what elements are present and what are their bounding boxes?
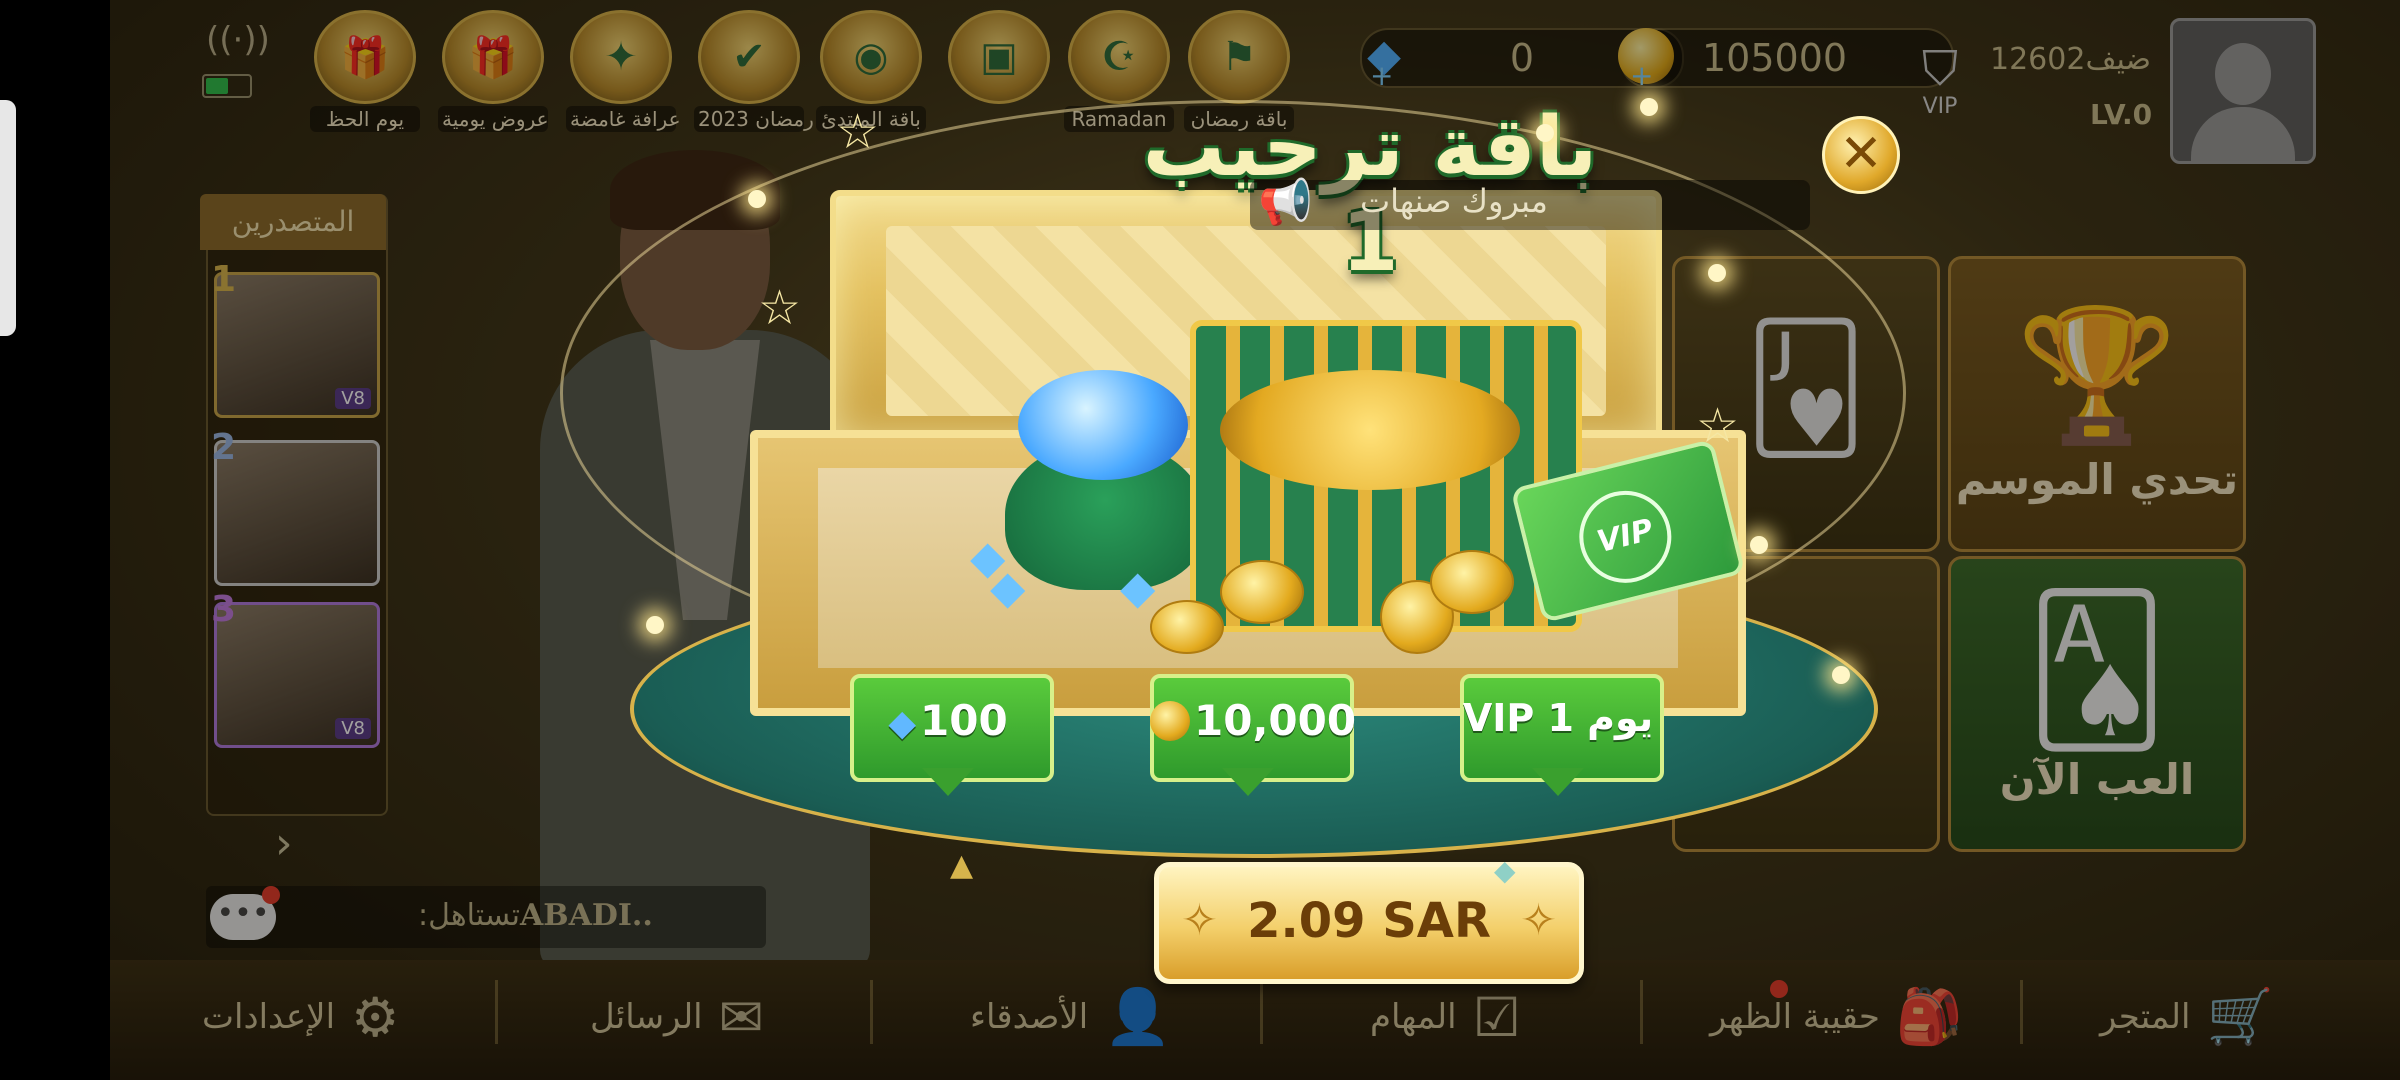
star-icon: ☆ bbox=[836, 104, 880, 160]
sparkle bbox=[646, 616, 664, 634]
welcome-pack-modal: ◆ ◆ ◆ VIP باقة ترحيب 1 📢 مبروك صنهات ✕ ◆… bbox=[110, 0, 2400, 1080]
coin-icon bbox=[1430, 550, 1514, 614]
broadcast-text: مبروك صنهات bbox=[1360, 182, 1548, 220]
reward-coins: 10,000 bbox=[1150, 674, 1356, 796]
diamond-shape-icon: ◆ bbox=[1494, 854, 1516, 887]
reward-diamonds: ◆100 bbox=[850, 674, 1054, 796]
game-lobby: ((·)) 🎁 يوم الحظ 🎁 عروض يومية ✦ عرافة غا… bbox=[110, 0, 2400, 1080]
sparkle bbox=[1640, 98, 1658, 116]
diamond-icon: ◆ bbox=[970, 530, 1006, 584]
close-icon: ✕ bbox=[1839, 124, 1883, 184]
sparkle bbox=[1832, 666, 1850, 684]
diamonds-pile-icon bbox=[1018, 370, 1188, 480]
sparkle bbox=[748, 190, 766, 208]
system-edge-tab[interactable] bbox=[0, 100, 16, 336]
close-button[interactable]: ✕ bbox=[1822, 116, 1900, 194]
sparkle bbox=[1750, 536, 1768, 554]
diamond-icon: ◆ bbox=[888, 703, 916, 744]
coin-icon bbox=[1150, 600, 1224, 654]
diamond-icon: ◆ bbox=[1120, 560, 1156, 614]
megaphone-icon: 📢 bbox=[1258, 177, 1313, 228]
buy-button[interactable]: ✧ 2.09 SAR ✧ bbox=[1154, 862, 1584, 984]
reward-vip: VIP 1 يوم bbox=[1460, 674, 1664, 796]
star-icon: ☆ bbox=[1696, 398, 1740, 454]
triangle-icon: ▲ bbox=[950, 848, 974, 883]
coin-icon bbox=[1220, 560, 1304, 624]
sparkle bbox=[1536, 124, 1554, 142]
coins-pile-icon bbox=[1220, 370, 1520, 490]
sparkle bbox=[1708, 264, 1726, 282]
star-icon: ☆ bbox=[758, 280, 802, 336]
coin-icon bbox=[1150, 701, 1190, 741]
ornament-icon: ✧ bbox=[1520, 895, 1557, 946]
